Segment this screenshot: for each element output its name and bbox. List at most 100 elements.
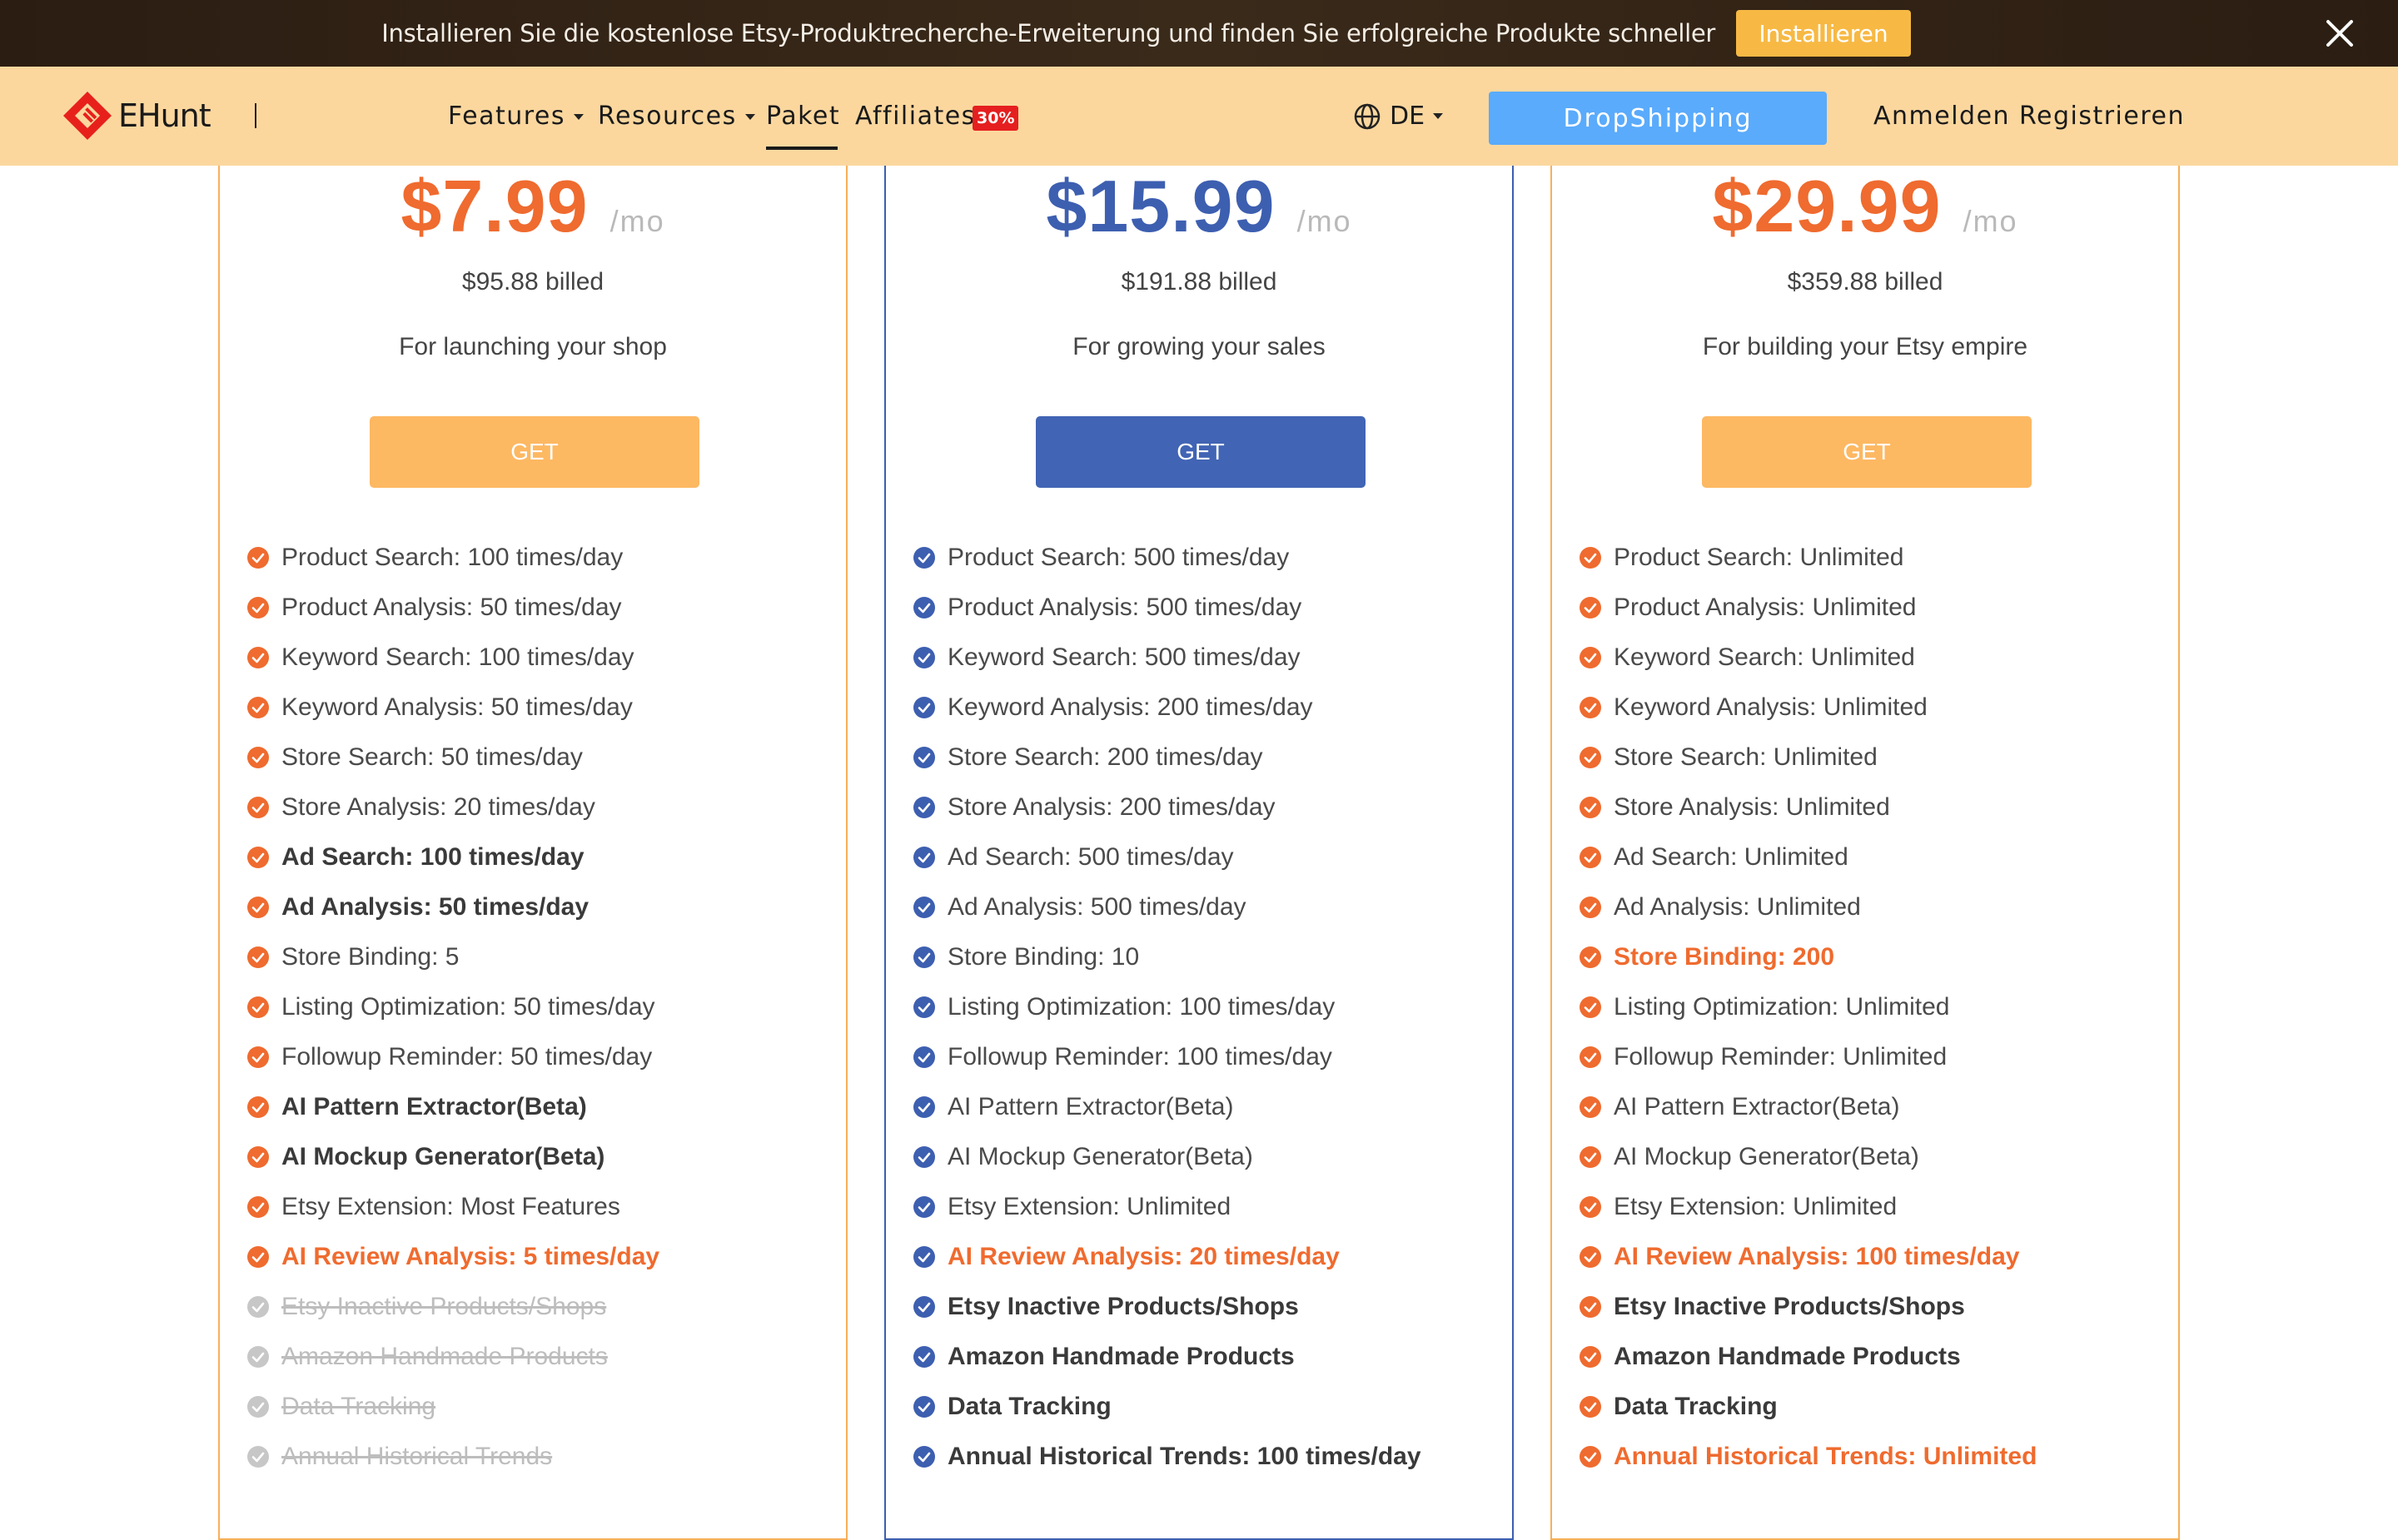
nav-paket[interactable]: Paket bbox=[766, 67, 840, 166]
feature-label: Followup Reminder: 50 times/day bbox=[281, 1043, 653, 1071]
feature-item: Annual Historical Trends: 100 times/day bbox=[913, 1432, 1421, 1482]
feature-item: Keyword Analysis: 50 times/day bbox=[246, 683, 659, 733]
close-icon[interactable] bbox=[2321, 15, 2358, 52]
feature-label: Product Search: 500 times/day bbox=[948, 544, 1290, 571]
feature-item: Data Tracking bbox=[1579, 1382, 2037, 1432]
feature-item: Ad Search: Unlimited bbox=[1579, 832, 2037, 882]
check-circle-icon bbox=[247, 1196, 269, 1218]
feature-label: Product Search: 100 times/day bbox=[281, 544, 624, 571]
feature-item: AI Pattern Extractor(Beta) bbox=[913, 1082, 1421, 1132]
check-circle-icon bbox=[913, 1396, 935, 1418]
feature-item: Ad Search: 500 times/day bbox=[913, 832, 1421, 882]
feature-item: AI Review Analysis: 20 times/day bbox=[913, 1232, 1421, 1282]
feature-label: Etsy Extension: Unlimited bbox=[948, 1193, 1231, 1220]
banner-text: Installieren Sie die kostenlose Etsy-Pro… bbox=[381, 19, 1715, 47]
register-link[interactable]: Registrieren bbox=[2019, 67, 2185, 166]
feature-item: Listing Optimization: 50 times/day bbox=[246, 982, 659, 1032]
promo-banner: Installieren Sie die kostenlose Etsy-Pro… bbox=[0, 0, 2398, 67]
chevron-down-icon bbox=[574, 114, 584, 120]
feature-label: Product Analysis: 50 times/day bbox=[281, 594, 622, 621]
feature-item: Followup Reminder: 100 times/day bbox=[913, 1032, 1421, 1082]
check-circle-icon bbox=[247, 1246, 269, 1268]
feature-label: Keyword Search: Unlimited bbox=[1614, 643, 1915, 671]
feature-label: Etsy Extension: Unlimited bbox=[1614, 1193, 1898, 1220]
feature-label: Amazon Handmade Products bbox=[281, 1343, 608, 1370]
nav-affiliates[interactable]: Affiliates bbox=[855, 67, 976, 166]
feature-label: Amazon Handmade Products bbox=[948, 1343, 1295, 1370]
feature-item: Followup Reminder: 50 times/day bbox=[246, 1032, 659, 1082]
check-circle-icon bbox=[913, 1146, 935, 1168]
feature-item: Annual Historical Trends bbox=[246, 1432, 659, 1482]
login-link[interactable]: Anmelden bbox=[1873, 67, 2010, 166]
feature-label: Store Analysis: Unlimited bbox=[1614, 793, 1890, 821]
logo[interactable]: EHunt bbox=[62, 90, 211, 142]
feature-item: Annual Historical Trends: Unlimited bbox=[1579, 1432, 2037, 1482]
feature-label: Listing Optimization: Unlimited bbox=[1614, 993, 1950, 1021]
get-premium-button[interactable]: GET bbox=[1702, 416, 2032, 488]
feature-label: Keyword Search: 500 times/day bbox=[948, 643, 1301, 671]
feature-label: AI Mockup Generator(Beta) bbox=[281, 1143, 605, 1170]
feature-item: Store Search: Unlimited bbox=[1579, 733, 2037, 782]
feature-label: Ad Analysis: 500 times/day bbox=[948, 893, 1246, 921]
language-selector[interactable]: DE bbox=[1353, 67, 1444, 166]
check-circle-icon bbox=[247, 797, 269, 818]
feature-label: Ad Search: 100 times/day bbox=[281, 843, 585, 871]
feature-label: Ad Search: Unlimited bbox=[1614, 843, 1848, 871]
feature-label: Data Tracking bbox=[948, 1393, 1112, 1420]
nav-features[interactable]: Features bbox=[448, 67, 584, 166]
feature-label: Amazon Handmade Products bbox=[1614, 1343, 1961, 1370]
nav-resources-label: Resources bbox=[598, 102, 737, 131]
plan-description: For growing your sales bbox=[1072, 333, 1326, 360]
feature-label: Ad Search: 500 times/day bbox=[948, 843, 1234, 871]
check-circle-icon bbox=[247, 547, 269, 569]
feature-item: AI Pattern Extractor(Beta) bbox=[1579, 1082, 2037, 1132]
feature-label: Etsy Inactive Products/Shops bbox=[948, 1293, 1299, 1320]
check-circle-icon bbox=[1580, 1046, 1601, 1068]
install-button[interactable]: Installieren bbox=[1736, 10, 1911, 57]
nav-resources[interactable]: Resources bbox=[598, 67, 755, 166]
feature-item: Etsy Extension: Unlimited bbox=[1579, 1182, 2037, 1232]
check-circle-icon bbox=[913, 547, 935, 569]
feature-item: Listing Optimization: Unlimited bbox=[1579, 982, 2037, 1032]
check-circle-icon bbox=[247, 697, 269, 718]
plan-price: $7.99 bbox=[400, 165, 589, 247]
feature-item: Data Tracking bbox=[246, 1382, 659, 1432]
plan-billed: $191.88 billed bbox=[1121, 268, 1277, 296]
feature-list: Product Search: 500 times/day Product Ana… bbox=[913, 533, 1421, 1482]
feature-item: Keyword Search: 500 times/day bbox=[913, 633, 1421, 683]
check-circle-icon bbox=[1580, 946, 1601, 968]
feature-label: Listing Optimization: 100 times/day bbox=[948, 993, 1336, 1021]
feature-item: AI Pattern Extractor(Beta) bbox=[246, 1082, 659, 1132]
get-standard-button[interactable]: GET bbox=[1036, 416, 1366, 488]
feature-label: AI Pattern Extractor(Beta) bbox=[1614, 1093, 1900, 1120]
feature-label: Keyword Analysis: Unlimited bbox=[1614, 693, 1928, 721]
feature-label: Store Search: 50 times/day bbox=[281, 743, 583, 771]
feature-item: Store Search: 50 times/day bbox=[246, 733, 659, 782]
check-circle-icon bbox=[1580, 647, 1601, 668]
feature-label: AI Pattern Extractor(Beta) bbox=[948, 1093, 1234, 1120]
check-circle-icon bbox=[247, 1446, 269, 1468]
check-circle-icon bbox=[1580, 1446, 1601, 1468]
feature-item: Store Analysis: 200 times/day bbox=[913, 782, 1421, 832]
feature-item: Store Binding: 5 bbox=[246, 932, 659, 982]
dropshipping-button[interactable]: DropShipping bbox=[1489, 92, 1827, 145]
chevron-down-icon bbox=[1433, 113, 1444, 119]
feature-label: Data Tracking bbox=[1614, 1393, 1778, 1420]
feature-label: Store Binding: 200 bbox=[1614, 943, 1835, 971]
feature-label: Annual Historical Trends: Unlimited bbox=[1614, 1443, 2037, 1470]
feature-item: Etsy Inactive Products/Shops bbox=[246, 1282, 659, 1332]
feature-item: Store Binding: 200 bbox=[1579, 932, 2037, 982]
feature-item: Ad Search: 100 times/day bbox=[246, 832, 659, 882]
check-circle-icon bbox=[1580, 547, 1601, 569]
check-circle-icon bbox=[913, 946, 935, 968]
discount-badge: 30% bbox=[973, 106, 1019, 131]
check-circle-icon bbox=[913, 797, 935, 818]
check-circle-icon bbox=[913, 847, 935, 868]
check-circle-icon bbox=[1580, 1396, 1601, 1418]
feature-item: AI Review Analysis: 100 times/day bbox=[1579, 1232, 2037, 1282]
feature-label: Product Search: Unlimited bbox=[1614, 544, 1904, 571]
get-basic-button[interactable]: GET bbox=[370, 416, 699, 488]
logo-divider bbox=[255, 103, 256, 128]
feature-item: Store Analysis: 20 times/day bbox=[246, 782, 659, 832]
check-circle-icon bbox=[1580, 1346, 1601, 1368]
